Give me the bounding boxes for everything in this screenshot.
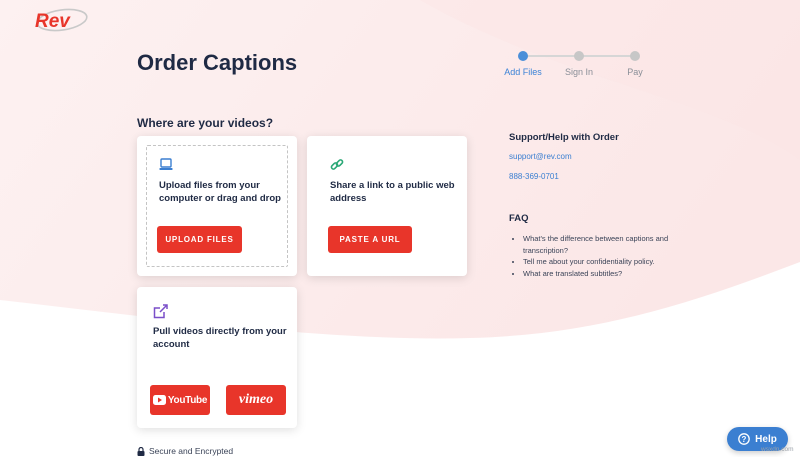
question-circle-icon: ? xyxy=(738,433,751,445)
youtube-label: YouTube xyxy=(167,394,208,406)
step-connector xyxy=(523,55,578,57)
lock-icon xyxy=(137,446,145,456)
account-card-text: Pull videos directly from your account xyxy=(153,326,287,350)
laptop-icon xyxy=(159,158,173,176)
upload-card[interactable]: Upload files from your computer or drag … xyxy=(137,136,297,276)
support-phone-link[interactable]: 888-369-0701 xyxy=(509,172,559,181)
youtube-button[interactable]: YouTube xyxy=(150,385,210,415)
url-card-text: Share a link to a public web address xyxy=(330,180,455,204)
youtube-play-icon xyxy=(152,395,166,405)
faq-heading: FAQ xyxy=(509,213,529,224)
vimeo-button[interactable]: vimeo xyxy=(226,385,286,415)
account-card: Pull videos directly from your account Y… xyxy=(137,287,297,428)
vimeo-label: vimeo xyxy=(238,392,274,407)
secure-notice: Secure and Encrypted xyxy=(137,446,233,456)
faq-item[interactable]: Tell me about your confidentiality polic… xyxy=(523,256,673,268)
step-label-sign-in[interactable]: Sign In xyxy=(565,67,593,77)
url-card[interactable]: Share a link to a public web address PAS… xyxy=(307,136,467,276)
step-label-add-files[interactable]: Add Files xyxy=(504,67,542,77)
upload-files-button[interactable]: UPLOAD FILES xyxy=(157,226,242,253)
page-title: Order Captions xyxy=(137,50,298,75)
link-icon xyxy=(330,158,344,177)
step-dot-pay xyxy=(630,51,640,61)
svg-text:?: ? xyxy=(742,435,747,444)
logo-text: Rev xyxy=(35,11,71,32)
faq-item[interactable]: What are translated subtitles? xyxy=(523,268,673,280)
step-label-pay[interactable]: Pay xyxy=(627,67,643,77)
upload-card-text: Upload files from your computer or drag … xyxy=(159,180,281,204)
faq-item[interactable]: What's the difference between captions a… xyxy=(523,233,673,256)
rev-logo[interactable]: Rev xyxy=(32,8,88,37)
step-dot-sign-in xyxy=(574,51,584,61)
watermark: wsxdn.com xyxy=(761,446,794,453)
paste-url-button[interactable]: PASTE A URL xyxy=(328,226,412,253)
help-label: Help xyxy=(755,433,777,445)
faq-list: What's the difference between captions a… xyxy=(509,233,673,279)
support-email-link[interactable]: support@rev.com xyxy=(509,152,572,161)
step-dot-add-files xyxy=(518,51,528,61)
secure-text: Secure and Encrypted xyxy=(149,446,234,456)
order-progress-steps: Add Files Sign In Pay xyxy=(498,50,648,80)
section-heading: Where are your videos? xyxy=(137,116,274,130)
share-out-icon xyxy=(153,304,168,324)
support-heading: Support/Help with Order xyxy=(509,132,619,143)
